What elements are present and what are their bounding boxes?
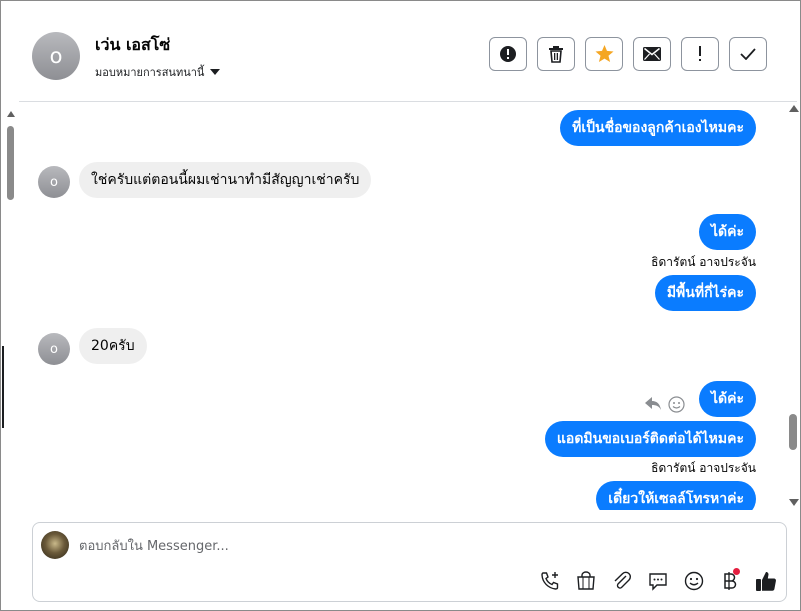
notification-dot bbox=[733, 568, 740, 575]
outgoing-message[interactable]: ได้ค่ะ bbox=[698, 214, 756, 250]
envelope-icon bbox=[643, 47, 661, 61]
outer-scroll-up-arrow[interactable] bbox=[7, 111, 15, 117]
caret-down-icon bbox=[210, 69, 221, 75]
spam-button[interactable] bbox=[489, 37, 527, 71]
react-emoji-icon[interactable] bbox=[668, 396, 685, 417]
outgoing-message[interactable]: แอดมินขอเบอร์ติดต่อได้ไหมคะ bbox=[544, 421, 756, 457]
follow-up-button[interactable] bbox=[585, 37, 623, 71]
contact-avatar-small: o bbox=[38, 166, 70, 198]
page-avatar bbox=[41, 531, 69, 559]
contact-avatar-small: o bbox=[38, 333, 70, 365]
sender-name: ธิดารัตน์ อาจประจัน bbox=[651, 461, 756, 475]
sender-name: ธิดารัตน์ อาจประจัน bbox=[651, 255, 756, 269]
mark-done-button[interactable] bbox=[729, 37, 767, 71]
assign-conversation-dropdown[interactable]: มอบหมายการสนทนานี้ bbox=[95, 63, 221, 81]
mark-unread-button[interactable] bbox=[633, 37, 671, 71]
assign-conversation-label: มอบหมายการสนทนานี้ bbox=[95, 66, 205, 79]
baht-icon[interactable] bbox=[719, 568, 741, 592]
exclamation-icon bbox=[699, 46, 701, 61]
contact-avatar-initial: o bbox=[49, 44, 63, 68]
emoji-icon[interactable] bbox=[683, 570, 705, 592]
check-icon bbox=[740, 48, 756, 60]
reply-icon[interactable] bbox=[644, 396, 662, 416]
scroll-up-arrow[interactable] bbox=[789, 105, 799, 112]
window-edge bbox=[2, 346, 4, 428]
contact-avatar[interactable]: o bbox=[32, 32, 80, 80]
outgoing-message[interactable]: ที่เป็นชื่อของลูกค้าเองไหมคะ bbox=[560, 110, 756, 146]
reply-input[interactable] bbox=[79, 536, 719, 556]
exclamation-circle-icon bbox=[500, 46, 516, 62]
reply-composer bbox=[32, 522, 787, 602]
incoming-message[interactable]: 20ครับ bbox=[79, 328, 147, 364]
priority-button[interactable] bbox=[681, 37, 719, 71]
conversation-header: o เว่น เอสโซ่ มอบหมายการสนทนานี้ bbox=[19, 9, 797, 102]
shop-icon[interactable] bbox=[575, 570, 597, 592]
delete-button[interactable] bbox=[537, 37, 575, 71]
contact-name[interactable]: เว่น เอสโซ่ bbox=[95, 33, 170, 58]
outgoing-message[interactable]: เดี๋ยวให้เซลล์โทรหาค่ะ bbox=[596, 481, 756, 510]
incoming-message[interactable]: ใช่ครับแต่ตอนนี้ผมเช่านาทำมีสัญญาเช่าครั… bbox=[79, 162, 372, 198]
scroll-down-arrow[interactable] bbox=[789, 499, 799, 506]
outgoing-message[interactable]: ได้ค่ะ bbox=[698, 381, 756, 417]
saved-reply-icon[interactable] bbox=[647, 570, 669, 592]
scrollbar-thumb[interactable] bbox=[789, 414, 797, 450]
outgoing-message[interactable]: มีพื้นที่กี่ไร่คะ bbox=[654, 275, 756, 311]
trash-icon bbox=[549, 45, 563, 63]
messenger-conversation-panel: o เว่น เอสโซ่ มอบหมายการสนทนานี้ ที่เป็น… bbox=[0, 0, 801, 611]
call-icon[interactable] bbox=[539, 570, 561, 592]
star-icon bbox=[595, 45, 613, 63]
outer-scrollbar-thumb[interactable] bbox=[7, 126, 14, 200]
attachment-icon[interactable] bbox=[611, 570, 633, 592]
thumbs-up-icon[interactable] bbox=[755, 570, 777, 592]
message-thread[interactable]: ที่เป็นชื่อของลูกค้าเองไหมคะ o ใช่ครับแต… bbox=[19, 102, 783, 510]
